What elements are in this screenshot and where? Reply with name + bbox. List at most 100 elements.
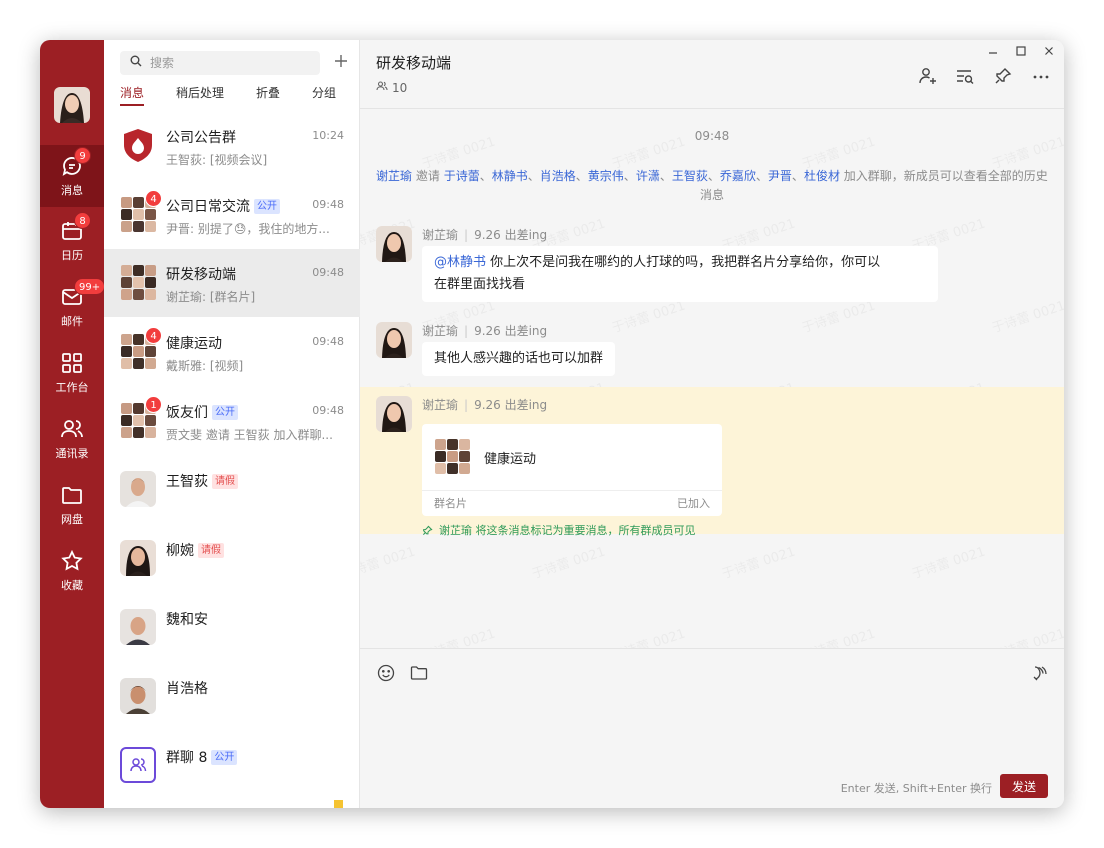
search-box[interactable] (120, 51, 320, 75)
name-separator: 、 (623, 169, 636, 183)
voice-icon[interactable] (1030, 663, 1050, 683)
conversation-item[interactable]: 王智荻 请假 (104, 456, 360, 524)
invitee-name[interactable]: 乔嘉欣 (720, 169, 756, 183)
minimize-icon[interactable] (984, 42, 1002, 60)
search-history-icon[interactable] (955, 66, 975, 86)
invitee-name[interactable]: 林静书 (492, 169, 528, 183)
more-icon[interactable] (1031, 66, 1051, 86)
message-bubble[interactable]: @林静书 你上次不是问我在哪约的人打球的吗，我把群名片分享给你，你可以 在群里面… (422, 246, 938, 302)
conversation-item[interactable]: 1 饭友们 公开 09:48 贾文斐 邀请 王智荻 加入群聊... (104, 387, 360, 455)
system-notice-text: 加入群聊，新成员可以查看全部的历史 (843, 169, 1048, 183)
conversation-item[interactable]: 肖浩格 (104, 663, 360, 731)
tab-groups[interactable]: 分组 (312, 84, 336, 110)
leave-tag: 请假 (198, 542, 224, 558)
nav-rail: 9 消息 8 日历 99+ 邮件 工作台 通讯录 网盘 收藏 (40, 40, 106, 808)
name-separator: 、 (479, 169, 492, 183)
message-meta: 谢芷瑜 | 9.26 出差ing (422, 322, 547, 339)
members-icon (376, 80, 388, 95)
rail-item-drive[interactable]: 网盘 (40, 474, 104, 536)
maximize-icon[interactable] (1012, 42, 1030, 60)
group-card-label: 群名片 (434, 497, 467, 510)
conversation-list: 消息 稍后处理 折叠 分组 公司公告群 10:24 王智荻: [视频会议] 4 … (104, 40, 360, 808)
conversation-item[interactable]: 公司公告群 10:24 王智荻: [视频会议] (104, 112, 360, 180)
system-notice-tail: 消息 (699, 188, 724, 202)
watermark-text: 于诗蕾 0021 (719, 541, 797, 582)
conversation-item[interactable]: 柳婉 请假 (104, 525, 360, 593)
conversation-item[interactable]: 研发移动端 09:48 谢芷瑜: [群名片] (104, 249, 360, 317)
meta-divider: | (464, 228, 469, 242)
send-hint: Enter 发送, Shift+Enter 换行 (840, 782, 992, 795)
sender-name[interactable]: 谢芷瑜 (422, 228, 458, 242)
message-text: 其他人感兴趣的话也可以加群 (434, 351, 604, 366)
sender-avatar[interactable] (376, 226, 412, 262)
invitee-name[interactable]: 黄宗伟 (588, 169, 624, 183)
message-bubble[interactable]: 其他人感兴趣的话也可以加群 (422, 342, 616, 376)
member-count[interactable]: 10 (376, 80, 407, 95)
my-avatar[interactable] (54, 87, 90, 123)
watermark-text: 于诗蕾 0021 (529, 541, 607, 582)
contacts-icon (60, 417, 84, 441)
tab-folded[interactable]: 折叠 (256, 84, 280, 110)
chat-header: 研发移动端 10 (360, 40, 1064, 109)
sender-avatar[interactable] (376, 322, 412, 358)
chat-title: 研发移动端 (376, 54, 452, 72)
message-input[interactable] (376, 693, 1048, 753)
message-text: 在群里面找找看 (434, 277, 526, 292)
mention[interactable]: @林静书 (434, 255, 486, 270)
time-divider: 09:48 (694, 129, 730, 143)
conversation-name: 柳婉 (166, 543, 194, 559)
star-icon (60, 549, 84, 573)
message-row: 谢芷瑜 | 9.26 出差ing @林静书 你上次不是问我在哪约的人打球的吗，我把群… (376, 226, 1064, 306)
rail-item-mail[interactable]: 99+ 邮件 (40, 276, 106, 338)
contact-avatar (120, 471, 156, 507)
invite-word: 邀请 (415, 169, 440, 183)
group-card-name: 健康运动 (484, 452, 537, 467)
group-card[interactable]: 健康运动 群名片 已加入 (422, 424, 722, 516)
send-button[interactable]: 发送 (1000, 774, 1048, 798)
invitee-name[interactable]: 尹晋 (768, 169, 792, 183)
rail-item-contacts[interactable]: 通讯录 (40, 408, 104, 470)
conversation-item[interactable]: 4 公司日常交流 公开 09:48 尹晋: 别提了😓，我住的地方... (104, 181, 360, 249)
file-folder-icon[interactable] (409, 663, 429, 683)
tab-messages[interactable]: 消息 (120, 84, 145, 110)
pin-icon[interactable] (993, 66, 1013, 86)
inviter-name[interactable]: 谢芷瑜 (376, 169, 412, 183)
add-member-icon[interactable] (918, 66, 938, 86)
sender-name[interactable]: 谢芷瑜 (422, 398, 458, 412)
conversation-item[interactable]: 4 健康运动 09:48 戴斯雅: [视频] (104, 318, 360, 386)
close-icon[interactable] (1040, 42, 1058, 60)
sender-avatar[interactable] (376, 396, 412, 432)
invitee-name[interactable]: 许潇 (636, 169, 660, 183)
add-icon[interactable] (332, 52, 350, 70)
rail-item-label: 工作台 (55, 381, 89, 394)
conversation-item[interactable]: 群聊 8 公开 (104, 732, 360, 800)
group-avatar (120, 264, 156, 300)
rail-badge: 9 (74, 147, 91, 164)
rail-item-label: 收藏 (61, 579, 83, 592)
conversation-name: 肖浩格 (166, 681, 208, 697)
search-input[interactable] (150, 56, 310, 70)
chat-panel: 于诗蕾 0021于诗蕾 0021于诗蕾 0021于诗蕾 0021于诗蕾 0021… (360, 40, 1064, 808)
scroll-indicator (334, 800, 343, 808)
tab-later[interactable]: 稍后处理 (176, 84, 224, 110)
conversation-item[interactable]: 魏和安 (104, 594, 360, 662)
conversation-time: 09:48 (312, 266, 344, 279)
workspace-grid-icon (60, 351, 84, 375)
rail-item-calendar[interactable]: 8 日历 (40, 210, 104, 272)
rail-badge: 8 (74, 212, 91, 229)
invitee-name[interactable]: 王智荻 (672, 169, 708, 183)
message-icon: 9 (60, 147, 91, 178)
message-text: 你上次不是问我在哪约的人打球的吗，我把群名片分享给你，你可以 (490, 255, 881, 270)
rail-item-workspace[interactable]: 工作台 (40, 342, 104, 404)
invitee-name[interactable]: 肖浩格 (540, 169, 576, 183)
name-separator: 、 (707, 169, 720, 183)
sender-name[interactable]: 谢芷瑜 (422, 324, 458, 338)
rail-item-favorites[interactable]: 收藏 (40, 540, 104, 602)
emoji-icon[interactable] (376, 663, 396, 683)
folder-icon (60, 483, 84, 507)
rail-item-messages[interactable]: 9 消息 (40, 145, 104, 207)
invitee-name[interactable]: 杜俊材 (804, 169, 840, 183)
contact-avatar (120, 609, 156, 645)
message-row: 谢芷瑜 | 9.26 出差ing 健康运动 群名片 已加入 谢芷瑜 将这条消息标记为… (376, 396, 1064, 537)
invitee-name[interactable]: 于诗蕾 (444, 169, 480, 183)
